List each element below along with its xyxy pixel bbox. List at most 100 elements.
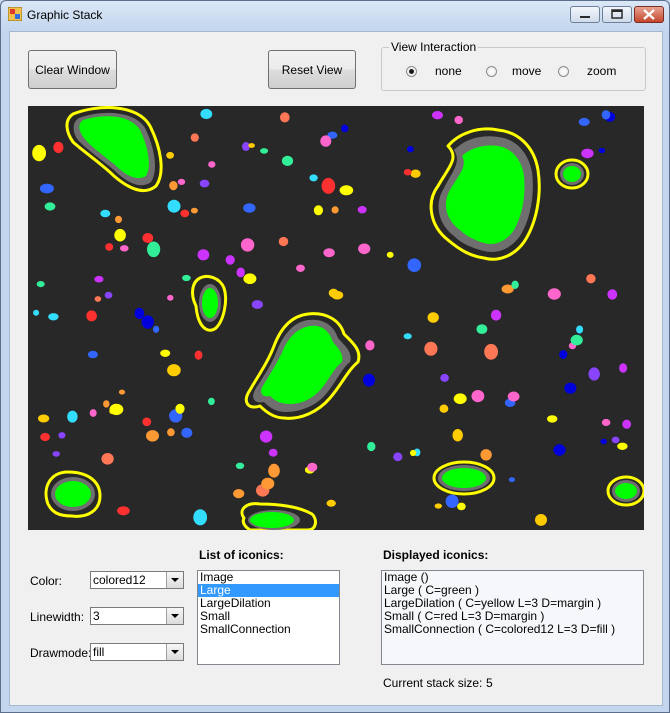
title-bar[interactable]: Graphic Stack bbox=[1, 1, 669, 29]
close-icon bbox=[643, 9, 655, 20]
large-region bbox=[250, 512, 294, 528]
linewidth-combobox[interactable]: 3 bbox=[90, 607, 184, 625]
small-particle bbox=[87, 350, 98, 359]
small-particle bbox=[260, 148, 269, 154]
small-particle bbox=[44, 202, 56, 211]
small-particle bbox=[200, 108, 213, 120]
chevron-down-icon bbox=[171, 578, 179, 582]
iconics-listbox[interactable]: Image Large LargeDilation Small SmallCon… bbox=[197, 570, 340, 665]
small-particle bbox=[619, 363, 628, 373]
small-particle bbox=[611, 436, 620, 444]
small-particle bbox=[588, 367, 600, 381]
small-particle bbox=[86, 310, 97, 322]
close-button[interactable] bbox=[634, 6, 664, 23]
small-particle bbox=[410, 169, 421, 178]
small-particle bbox=[278, 236, 289, 247]
small-particle bbox=[331, 206, 339, 214]
small-particle bbox=[180, 209, 190, 218]
small-particle bbox=[33, 309, 40, 316]
small-particle bbox=[208, 161, 216, 168]
radio-zoom-dot[interactable] bbox=[558, 65, 569, 77]
small-particle bbox=[490, 309, 502, 321]
small-particle bbox=[586, 274, 596, 284]
small-particle bbox=[248, 143, 255, 148]
large-region bbox=[442, 468, 486, 488]
small-particle bbox=[40, 432, 50, 442]
clear-window-button[interactable]: Clear Window bbox=[28, 50, 117, 89]
small-particle bbox=[175, 403, 185, 414]
small-particle bbox=[454, 115, 464, 125]
linewidth-dropdown-button[interactable] bbox=[166, 608, 183, 624]
radio-zoom[interactable]: zoom bbox=[558, 64, 616, 78]
small-particle bbox=[476, 324, 488, 334]
chevron-down-icon bbox=[171, 614, 179, 618]
iconics-list-item[interactable]: SmallConnection bbox=[198, 623, 339, 636]
small-particle bbox=[208, 397, 215, 406]
small-particle bbox=[243, 273, 257, 284]
small-particle bbox=[296, 264, 305, 272]
client-area: Clear Window Reset View View Interaction… bbox=[9, 31, 663, 706]
small-particle bbox=[48, 313, 59, 321]
radio-move-dot[interactable] bbox=[486, 65, 497, 77]
small-particle bbox=[103, 400, 110, 408]
drawmode-combobox[interactable]: fill bbox=[90, 643, 184, 661]
small-particle bbox=[363, 373, 375, 387]
radio-none[interactable]: none bbox=[406, 64, 462, 78]
small-particle bbox=[307, 462, 318, 472]
small-particle bbox=[147, 241, 161, 258]
small-particle bbox=[177, 178, 186, 185]
small-particle bbox=[607, 289, 618, 300]
large-region bbox=[563, 166, 581, 182]
graphics-canvas[interactable] bbox=[28, 106, 644, 530]
graphics-window[interactable] bbox=[28, 106, 644, 530]
chevron-down-icon bbox=[171, 650, 179, 654]
small-particle bbox=[321, 177, 336, 194]
small-particle bbox=[357, 206, 367, 214]
linewidth-value: 3 bbox=[93, 609, 100, 623]
small-particle bbox=[598, 147, 606, 154]
small-particle bbox=[259, 430, 273, 443]
small-particle bbox=[326, 499, 336, 507]
small-particle bbox=[190, 207, 198, 214]
small-particle bbox=[167, 428, 175, 437]
small-particle bbox=[36, 281, 45, 288]
radio-move[interactable]: move bbox=[486, 64, 541, 78]
radio-none-label: none bbox=[435, 64, 462, 78]
small-particle bbox=[547, 288, 561, 300]
small-particle bbox=[407, 146, 414, 153]
large-region bbox=[202, 288, 218, 318]
small-particle bbox=[115, 215, 122, 224]
small-particle bbox=[225, 255, 235, 265]
small-particle bbox=[403, 169, 412, 176]
small-particle bbox=[194, 350, 203, 360]
maximize-button[interactable] bbox=[602, 6, 632, 23]
displayed-iconics-box[interactable]: Image () Large ( C=green ) LargeDilation… bbox=[381, 570, 644, 665]
color-combobox[interactable]: colored12 bbox=[90, 571, 184, 589]
small-particle bbox=[281, 155, 294, 166]
small-particle bbox=[511, 280, 519, 289]
small-particle bbox=[190, 133, 199, 142]
drawmode-label: Drawmode: bbox=[30, 646, 92, 660]
color-value: colored12 bbox=[93, 573, 146, 587]
small-particle bbox=[578, 117, 590, 126]
view-interaction-group: View Interaction none move zoom bbox=[381, 40, 646, 91]
drawmode-dropdown-button[interactable] bbox=[166, 644, 183, 660]
color-dropdown-button[interactable] bbox=[166, 572, 183, 588]
small-particle bbox=[358, 243, 371, 255]
small-particle bbox=[403, 333, 412, 340]
small-particle bbox=[564, 382, 577, 394]
small-particle bbox=[427, 312, 439, 323]
small-particle bbox=[331, 290, 344, 300]
small-particle bbox=[434, 503, 442, 509]
radio-none-dot[interactable] bbox=[406, 65, 417, 77]
minimize-button[interactable] bbox=[570, 6, 600, 23]
reset-view-button[interactable]: Reset View bbox=[268, 50, 356, 89]
small-particle bbox=[142, 417, 152, 427]
small-particle bbox=[39, 183, 54, 194]
small-particle bbox=[153, 325, 160, 333]
small-particle bbox=[559, 350, 568, 359]
iconics-list-heading: List of iconics: bbox=[199, 548, 284, 562]
small-particle bbox=[134, 307, 145, 320]
small-particle bbox=[439, 404, 449, 413]
small-particle bbox=[94, 296, 102, 302]
